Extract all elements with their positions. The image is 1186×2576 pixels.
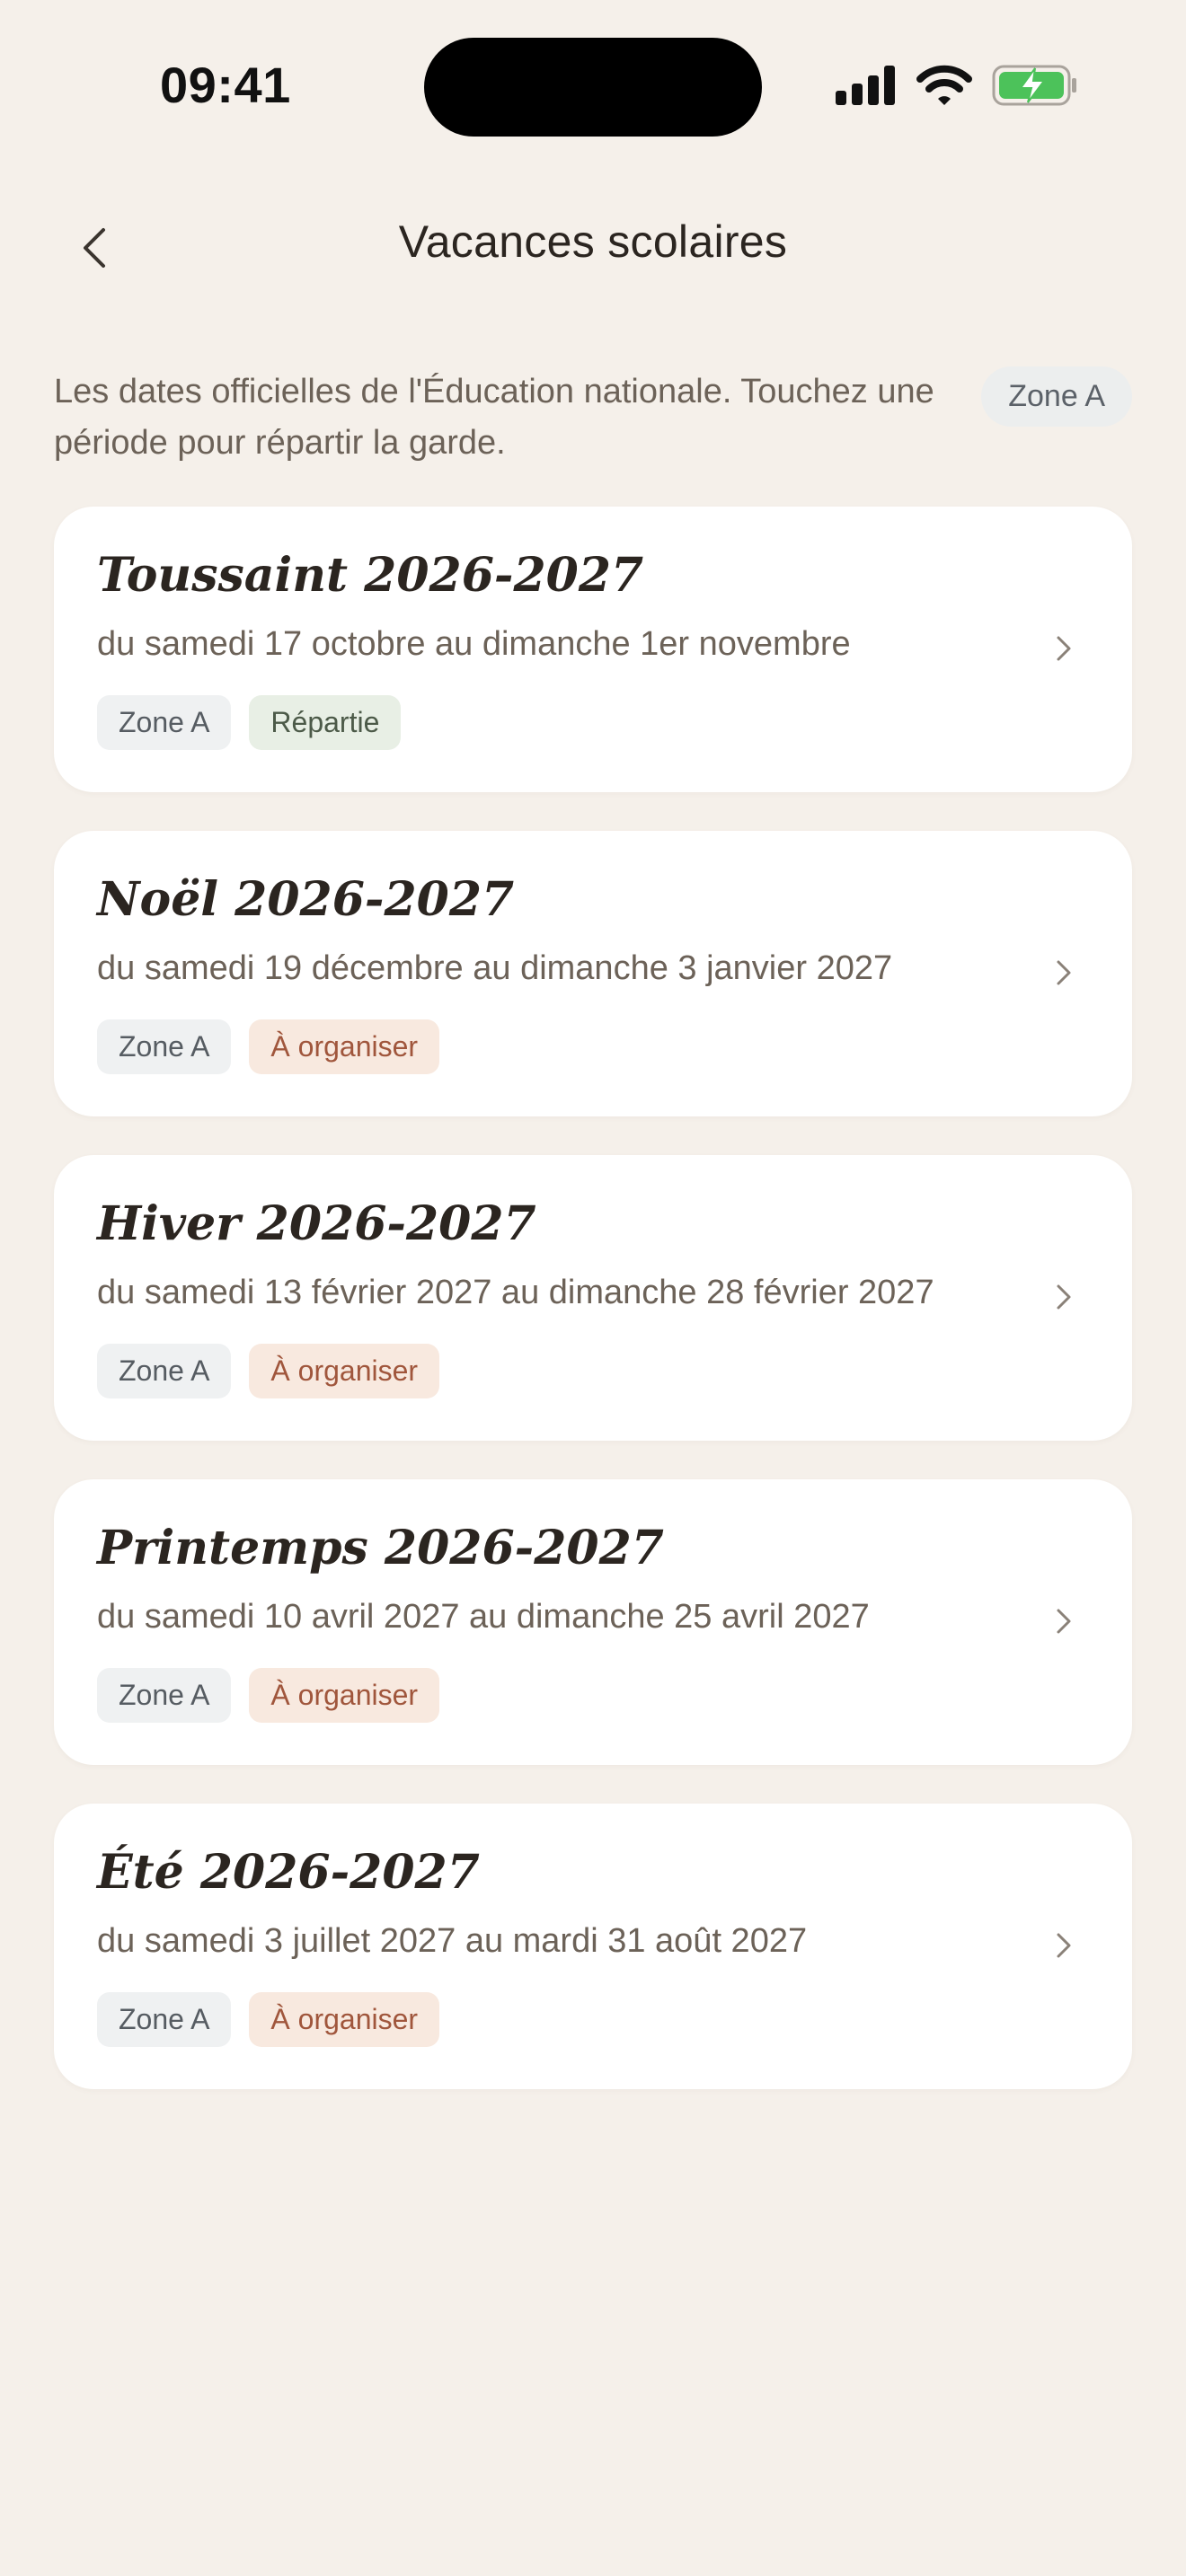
period-title: Hiver 2026-2027 bbox=[97, 1196, 536, 1251]
period-tags: Zone A Répartie bbox=[97, 695, 402, 750]
zone-tag: Zone A bbox=[97, 1344, 232, 1398]
period-tags: Zone A À organiser bbox=[97, 1019, 440, 1074]
zone-tag: Zone A bbox=[97, 1992, 232, 2047]
period-tags: Zone A À organiser bbox=[97, 1668, 440, 1723]
period-dates: du samedi 17 octobre au dimanche 1er nov… bbox=[97, 625, 851, 663]
zone-tag: Zone A bbox=[97, 1019, 232, 1074]
zone-tag: Zone A bbox=[97, 1668, 232, 1723]
chevron-right-icon bbox=[1057, 1933, 1071, 1958]
zone-selector-chip[interactable]: Zone A bbox=[981, 366, 1132, 427]
battery-charging-icon bbox=[992, 65, 1076, 106]
period-title: Été 2026-2027 bbox=[97, 1845, 480, 1900]
period-card-toussaint[interactable]: Toussaint 2026-2027 du samedi 17 octobre… bbox=[54, 507, 1132, 792]
status-time: 09:41 bbox=[160, 57, 291, 113]
status-badge: À organiser bbox=[249, 1668, 440, 1723]
period-card-ete[interactable]: Été 2026-2027 du samedi 3 juillet 2027 a… bbox=[54, 1804, 1132, 2089]
zone-tag: Zone A bbox=[97, 695, 232, 750]
intro-text: Les dates officielles de l'Éducation nat… bbox=[54, 373, 934, 462]
period-card-noel[interactable]: Noël 2026-2027 du samedi 19 décembre au … bbox=[54, 831, 1132, 1116]
intro-section: Les dates officielles de l'Éducation nat… bbox=[54, 366, 1132, 469]
status-badge: À organiser bbox=[249, 1992, 440, 2047]
chevron-right-icon bbox=[1057, 1609, 1071, 1634]
period-dates: du samedi 13 février 2027 au dimanche 28… bbox=[97, 1274, 934, 1311]
page-title: Vacances scolaires bbox=[398, 216, 788, 267]
dynamic-island bbox=[424, 38, 762, 137]
holiday-period-list: Toussaint 2026-2027 du samedi 17 octobre… bbox=[54, 507, 1132, 2128]
status-badge: À organiser bbox=[249, 1344, 440, 1398]
navigation-bar: Vacances scolaires bbox=[0, 198, 1186, 296]
status-badge: À organiser bbox=[249, 1019, 440, 1074]
status-icons bbox=[836, 65, 1078, 106]
wifi-icon bbox=[916, 65, 972, 105]
chevron-right-icon bbox=[1057, 636, 1071, 661]
status-badge: Répartie bbox=[249, 695, 402, 750]
period-card-hiver[interactable]: Hiver 2026-2027 du samedi 13 février 202… bbox=[54, 1155, 1132, 1441]
period-tags: Zone A À organiser bbox=[97, 1344, 440, 1398]
period-title: Printemps 2026-2027 bbox=[97, 1521, 664, 1575]
period-card-printemps[interactable]: Printemps 2026-2027 du samedi 10 avril 2… bbox=[54, 1479, 1132, 1765]
period-tags: Zone A À organiser bbox=[97, 1992, 440, 2047]
period-dates: du samedi 10 avril 2027 au dimanche 25 a… bbox=[97, 1598, 870, 1636]
period-title: Toussaint 2026-2027 bbox=[97, 548, 644, 603]
period-dates: du samedi 19 décembre au dimanche 3 janv… bbox=[97, 949, 893, 987]
period-title: Noël 2026-2027 bbox=[97, 872, 515, 927]
chevron-right-icon bbox=[1057, 1284, 1071, 1310]
chevron-right-icon bbox=[1057, 960, 1071, 985]
status-bar: 09:41 bbox=[0, 0, 1186, 171]
period-dates: du samedi 3 juillet 2027 au mardi 31 aoû… bbox=[97, 1922, 808, 1960]
cellular-signal-icon bbox=[836, 66, 895, 105]
